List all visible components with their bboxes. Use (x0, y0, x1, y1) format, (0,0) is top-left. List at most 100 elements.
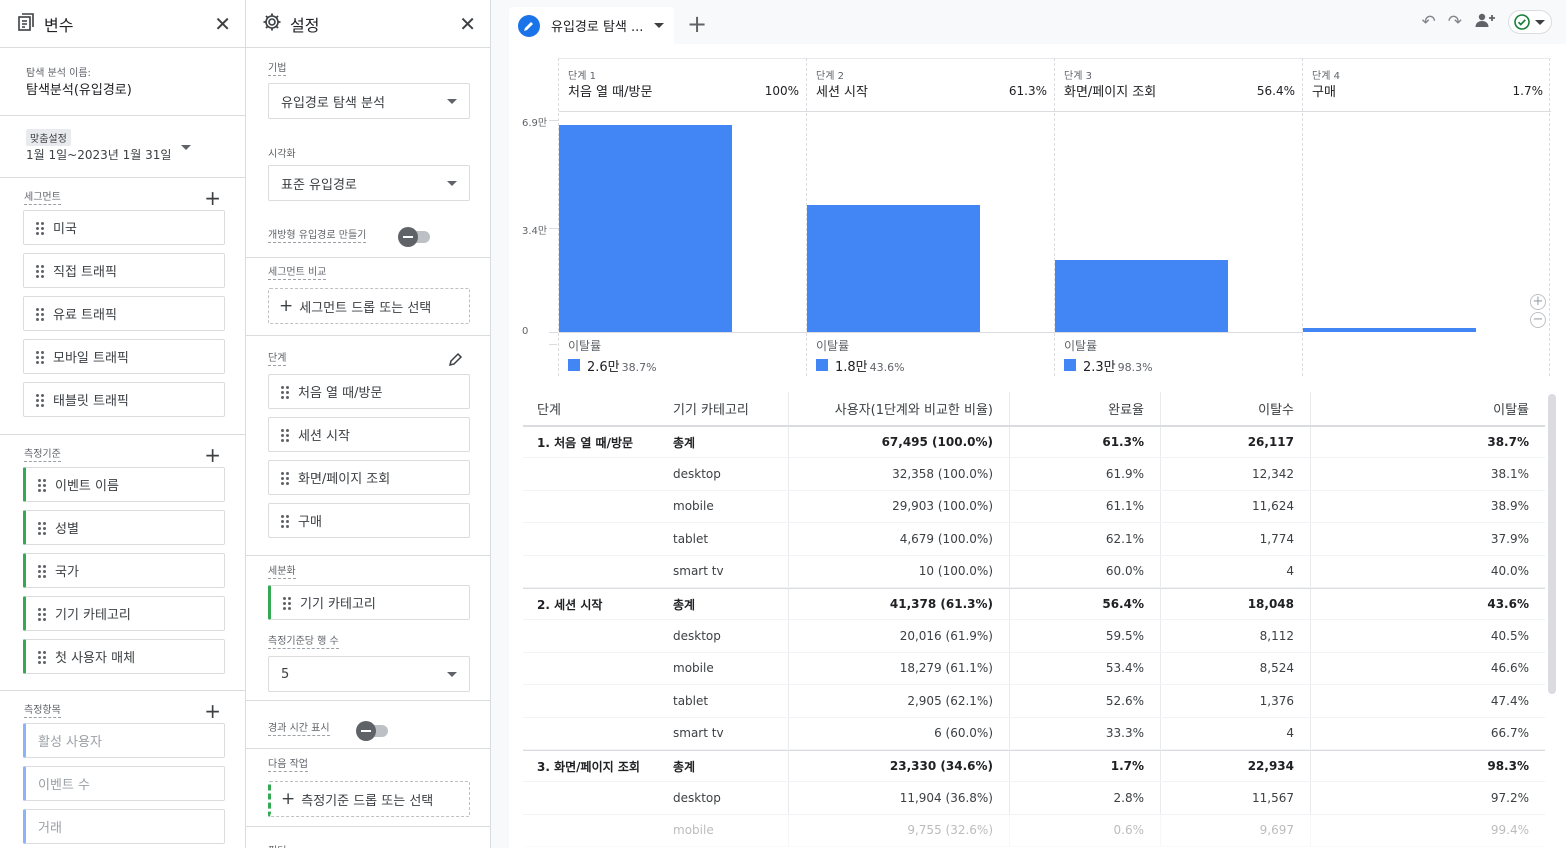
dropoff-value: 2.6만 38.7% (587, 360, 657, 375)
segment-chip[interactable]: 모바일 트래픽 (23, 339, 225, 374)
table-row[interactable]: 2. 세션 시작 총계 41,378 (61.3%) 56.4% 18,048 43.6% (523, 587, 1545, 621)
funnel-step-header[interactable]: 단계 1 처음 열 때/방문 100% (559, 58, 807, 112)
funnel-bar[interactable] (559, 124, 732, 332)
drag-handle-icon[interactable] (38, 607, 46, 621)
add-metric-icon[interactable]: + (204, 701, 221, 721)
drag-handle-icon[interactable] (281, 385, 289, 399)
metric-chip[interactable]: 거래 (23, 809, 225, 844)
column-header[interactable]: 완료율 (1009, 392, 1160, 425)
redo-icon[interactable]: ↷ (1448, 12, 1462, 32)
drag-handle-icon[interactable] (38, 650, 46, 664)
drag-handle-icon[interactable] (36, 393, 44, 407)
table-cell: 1,774 (1160, 523, 1310, 555)
table-row[interactable]: tablet 2,905 (62.1%) 52.6% 1,376 47.4% (523, 685, 1545, 718)
step-chip[interactable]: 세션 시작 (268, 417, 470, 452)
table-row[interactable]: mobile 29,903 (100.0%) 61.1% 11,624 38.9% (523, 490, 1545, 524)
column-header[interactable]: 이탈률 (1310, 392, 1545, 425)
step-chip[interactable]: 처음 열 때/방문 (268, 374, 470, 409)
share-icon[interactable] (1474, 12, 1496, 33)
elapsed-toggle[interactable] (356, 721, 388, 741)
drag-handle-icon[interactable] (38, 521, 46, 535)
metric-chip[interactable]: 활성 사용자 (23, 723, 225, 758)
dimension-chip[interactable]: 첫 사용자 매체 (23, 639, 225, 674)
column-header[interactable]: 이탈수 (1160, 392, 1310, 425)
table-row[interactable]: desktop 20,016 (61.9%) 59.5% 8,112 40.5% (523, 620, 1545, 653)
date-dropdown-icon[interactable] (181, 145, 191, 150)
column-header[interactable]: 단계 (523, 399, 663, 418)
dimension-chip[interactable]: 성별 (23, 510, 225, 545)
zoom-out-icon[interactable]: − (1530, 312, 1546, 328)
funnel-step-header[interactable]: 단계 4 구매 1.7% (1303, 58, 1551, 112)
breakdown-chip[interactable]: 기기 카테고리 (268, 585, 470, 620)
open-funnel-toggle[interactable] (398, 227, 430, 247)
segment-chip[interactable]: 태블릿 트래픽 (23, 382, 225, 417)
drag-handle-icon[interactable] (281, 428, 289, 442)
funnel-bar[interactable] (1055, 260, 1228, 332)
table-row[interactable]: mobile 9,755 (32.6%) 0.6% 9,697 99.4% (523, 814, 1545, 848)
dimension-chip[interactable]: 기기 카테고리 (23, 596, 225, 631)
dropoff-box[interactable]: 이탈률 2.6만 38.7% (559, 332, 807, 375)
table-row[interactable]: smart tv 6 (60.0%) 33.3% 4 66.7% (523, 717, 1545, 750)
add-dimension-icon[interactable]: + (204, 445, 221, 465)
drag-handle-icon[interactable] (38, 564, 46, 578)
step-chip[interactable]: 구매 (268, 503, 470, 538)
status-check-dropdown[interactable] (1508, 10, 1552, 34)
table-cell: tablet (673, 531, 709, 546)
close-icon[interactable]: ✕ (214, 12, 231, 36)
segment-chip[interactable]: 유료 트래픽 (23, 296, 225, 331)
rows-select[interactable]: 5 (268, 656, 470, 692)
funnel-step-header[interactable]: 단계 3 화면/페이지 조회 56.4% (1055, 58, 1303, 112)
table-row[interactable]: 1. 처음 열 때/방문 총계 67,495 (100.0%) 61.3% 26,117… (523, 426, 1545, 459)
drag-handle-icon[interactable] (281, 471, 289, 485)
add-segment-icon[interactable]: + (204, 188, 221, 208)
visualization-select[interactable]: 표준 유입경로 (268, 165, 470, 201)
vertical-scrollbar[interactable] (1548, 394, 1556, 694)
segment-chip[interactable]: 미국 (23, 210, 225, 245)
drag-handle-icon[interactable] (36, 221, 44, 235)
table-cell: 12,342 (1160, 458, 1310, 490)
drag-handle-icon[interactable] (36, 264, 44, 278)
check-circle-icon (1514, 14, 1530, 30)
segment-chip-label: 태블릿 트래픽 (53, 394, 129, 409)
column-header[interactable]: 사용자(1단계와 비교한 비율) (788, 392, 1009, 425)
drag-handle-icon[interactable] (281, 514, 289, 528)
table-row[interactable]: desktop 11,904 (36.8%) 2.8% 11,567 97.2% (523, 782, 1545, 815)
drag-handle-icon[interactable] (283, 596, 291, 610)
close-icon[interactable]: ✕ (459, 12, 476, 36)
drag-handle-icon[interactable] (38, 478, 46, 492)
table-cell: 1. 처음 열 때/방문 (537, 435, 634, 450)
funnel-step-header[interactable]: 단계 2 세션 시작 61.3% (807, 58, 1055, 112)
tab-funnel-exploration[interactable]: 유입경로 탐색 ... (509, 7, 674, 44)
edit-steps-icon[interactable] (448, 352, 463, 371)
table-row[interactable]: 3. 화면/페이지 조회 총계 23,330 (34.6%) 1.7% 22,934 98… (523, 749, 1545, 783)
funnel-bar[interactable] (807, 204, 980, 332)
add-tab-icon[interactable]: + (687, 10, 707, 38)
zoom-in-icon[interactable]: + (1530, 294, 1546, 310)
metric-chip[interactable]: 이벤트 수 (23, 766, 225, 801)
table-cell: 9,755 (32.6%) (788, 814, 1009, 847)
undo-icon[interactable]: ↶ (1422, 12, 1436, 32)
table-cell: 38.1% (1310, 458, 1545, 490)
date-range[interactable]: 1월 1일~2023년 1월 31일 (26, 146, 171, 163)
dropoff-box[interactable]: 이탈률 1.8만 43.6% (807, 332, 1055, 375)
column-header[interactable]: 기기 카테고리 (663, 399, 788, 418)
segment-chip[interactable]: 직접 트래픽 (23, 253, 225, 288)
technique-select[interactable]: 유입경로 탐색 분석 (268, 83, 470, 119)
dropoff-box[interactable]: 이탈률 2.3만 98.3% (1055, 332, 1303, 375)
drag-handle-icon[interactable] (36, 350, 44, 364)
segment-drop-zone[interactable]: + 세그먼트 드롭 또는 선택 (268, 288, 470, 324)
exploration-name-input[interactable]: 탐색분석(유입경로) (26, 79, 132, 98)
funnel-bar[interactable] (1303, 328, 1476, 332)
dimension-chip[interactable]: 국가 (23, 553, 225, 588)
drag-handle-icon[interactable] (36, 307, 44, 321)
table-row[interactable]: smart tv 10 (100.0%) 60.0% 4 40.0% (523, 555, 1545, 588)
table-row[interactable]: desktop 32,358 (100.0%) 61.9% 12,342 38.1% (523, 458, 1545, 491)
next-action-drop-zone[interactable]: + 측정기준 드롭 또는 선택 (268, 781, 470, 817)
table-row[interactable]: mobile 18,279 (61.1%) 53.4% 8,524 46.6% (523, 652, 1545, 686)
dimension-chip[interactable]: 이벤트 이름 (23, 467, 225, 502)
step-chip[interactable]: 화면/페이지 조회 (268, 460, 470, 495)
dropoff-legend-swatch (816, 359, 828, 371)
chevron-down-icon[interactable] (654, 23, 664, 28)
metric-chip-label: 거래 (38, 821, 62, 836)
table-row[interactable]: tablet 4,679 (100.0%) 62.1% 1,774 37.9% (523, 523, 1545, 556)
